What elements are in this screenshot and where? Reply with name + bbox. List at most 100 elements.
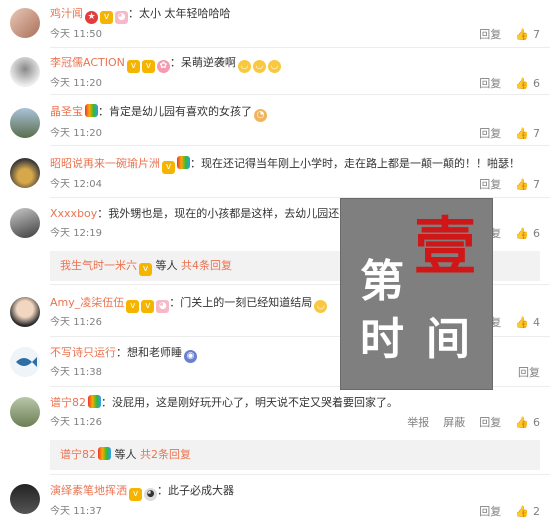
username[interactable]: 演绎素笔地挥洒 (50, 484, 127, 497)
reply-button[interactable]: 回复 (479, 178, 501, 191)
like-button[interactable]: 👍 6 (515, 77, 540, 91)
like-count: 2 (533, 505, 540, 518)
block-button[interactable]: 屏蔽 (443, 416, 465, 429)
stamp-char: 第 (360, 256, 404, 307)
reply-button[interactable]: 回复 (479, 127, 501, 140)
comment-date: 今天 (50, 179, 70, 190)
thumbs-up-icon: 👍 (515, 28, 529, 41)
rainbow-badge-icon (85, 104, 98, 117)
username[interactable]: 谱宁82 (50, 396, 86, 409)
like-count: 6 (533, 416, 540, 429)
comment-date: 今天 (50, 78, 70, 89)
watermark-logo: 第 壹 时 间 (340, 198, 493, 390)
sub-reply-summary[interactable]: 谱宁82 等人 共2条回复 (50, 440, 540, 470)
sub-reply-count[interactable]: 共2条回复 (140, 448, 191, 461)
pig-emoji-icon: ◕ (115, 11, 128, 24)
comment-text: ：没屁用，这是刚好玩开心了，明天说不定又哭着要回家了。 (101, 396, 398, 409)
flower-emoji-icon: ✿ (156, 60, 170, 73)
star-badge-icon: ★ (85, 11, 98, 24)
username[interactable]: Xxxxboy (50, 207, 97, 220)
laugh-emoji-icon: ◡ (252, 60, 266, 73)
vip-badge-icon: v (141, 300, 155, 313)
like-button[interactable]: 👍 4 (515, 316, 540, 330)
vip-badge-icon: v (162, 161, 175, 174)
like-button[interactable]: 👍 7 (515, 28, 540, 42)
sub-reply-text: 等人 (114, 448, 137, 461)
vip-badge-icon: v (141, 60, 155, 73)
comment-time: 11:50 (73, 29, 103, 40)
thumbs-up-icon: 👍 (515, 505, 529, 518)
sub-reply-user[interactable]: 我生气时一米六 (60, 259, 137, 272)
like-button[interactable]: 👍 6 (515, 227, 540, 241)
like-button[interactable]: 👍 7 (515, 178, 540, 192)
vip-badge-icon: v (139, 263, 152, 276)
comment-text: ：此子必成大器 (157, 484, 234, 497)
reply-button[interactable]: 回复 (479, 28, 501, 41)
laugh-emoji-icon: ◡ (314, 300, 328, 313)
rainbow-badge-icon (177, 156, 190, 169)
reply-button[interactable]: 回复 (479, 505, 501, 518)
rainbow-badge-icon (88, 395, 101, 408)
like-count: 7 (533, 178, 540, 191)
avatar[interactable] (10, 8, 40, 38)
avatar[interactable] (10, 208, 40, 238)
shock-emoji-icon: ◉ (184, 350, 197, 363)
comment-item: 晶圣宝 ：肯定是幼儿园有喜欢的女孩了 ◔ 今天 11:20 回复 👍 7 (0, 94, 550, 146)
avatar[interactable] (10, 108, 40, 138)
sub-reply-user[interactable]: 谱宁82 (60, 448, 96, 461)
avatar[interactable] (10, 347, 40, 377)
username[interactable]: 昭昭说再来一碗瑜片洲 (50, 157, 160, 170)
comment-time: 11:20 (73, 78, 103, 89)
comment-item: 李冠儒ACTION v v ✿ ：呆萌逆袭啊 ◡ ◡ ◡ 今天 11:20 回复 👍 6 (0, 48, 550, 95)
laugh-emoji-icon: ◡ (237, 60, 251, 73)
thumbs-up-icon: 👍 (515, 416, 529, 429)
comment-item: 谱宁82 ：没屁用，这是刚好玩开心了，明天说不定又哭着要回家了。 今天 11:26… (0, 387, 550, 437)
avatar[interactable] (10, 397, 40, 427)
pig-emoji-icon: ◕ (156, 300, 170, 313)
comment-date: 今天 (50, 317, 70, 328)
like-count: 6 (533, 77, 540, 90)
comment-date: 今天 (50, 128, 70, 139)
like-count: 7 (533, 127, 540, 140)
comment-time: 11:26 (73, 317, 103, 328)
comment-time: 11:20 (73, 128, 103, 139)
like-button[interactable]: 👍 2 (515, 505, 540, 519)
comment-text: ：太小 太年轻哈哈哈 (128, 7, 231, 20)
username[interactable]: 晶圣宝 (50, 105, 83, 118)
stamp-char: 时 (360, 314, 404, 365)
reply-button[interactable]: 回复 (518, 366, 540, 379)
avatar[interactable] (10, 57, 40, 87)
avatar[interactable] (10, 297, 40, 327)
like-button[interactable]: 👍 6 (515, 416, 540, 430)
avatar[interactable] (10, 158, 40, 188)
username[interactable]: 鸡汁闻 (50, 7, 83, 20)
comment-date: 今天 (50, 417, 70, 428)
verified-badge-icon: v (126, 300, 140, 313)
vip-badge-icon: v (129, 488, 142, 501)
username[interactable]: 李冠儒ACTION (50, 56, 125, 69)
comment-text: ：门关上的一刻已经知道结局 (169, 296, 313, 309)
thumbs-up-icon: 👍 (515, 178, 529, 191)
comment-text: ：现在还记得当年刚上小学时，走在路上都是一颠一颠的！！啪瑟！ (190, 157, 520, 170)
username[interactable]: 不写诗只运行 (50, 346, 116, 359)
sub-reply-text: 等人 (155, 259, 178, 272)
sub-reply-count[interactable]: 共4条回复 (181, 259, 232, 272)
comment-date: 今天 (50, 506, 70, 517)
like-button[interactable]: 👍 7 (515, 127, 540, 141)
comment-text: ：肯定是幼儿园有喜欢的女孩了 (98, 105, 252, 118)
comment-item: 演绎素笔地挥洒 v ◕ ：此子必成大器 今天 11:37 回复 👍 2 (0, 475, 550, 528)
username[interactable]: Amy_凌柒伍伍 (50, 296, 124, 309)
vip-badge-icon: v (100, 11, 113, 24)
comment-time: 11:26 (73, 417, 103, 428)
reply-button[interactable]: 回复 (479, 416, 501, 429)
stamp-char-red: 壹 (414, 210, 477, 283)
rainbow-badge-icon (98, 447, 111, 460)
reply-button[interactable]: 回复 (479, 77, 501, 90)
report-button[interactable]: 举报 (407, 416, 429, 429)
comment-item: 昭昭说再来一碗瑜片洲 v ：现在还记得当年刚上小学时，走在路上都是一颠一颠的！！啪瑟… (0, 146, 550, 198)
comment-text: ：呆萌逆袭啊 (169, 56, 236, 69)
avatar[interactable] (10, 484, 40, 514)
comment-date: 今天 (50, 29, 70, 40)
panda-emoji-icon: ◕ (144, 488, 157, 501)
comment-time: 11:38 (73, 367, 103, 378)
